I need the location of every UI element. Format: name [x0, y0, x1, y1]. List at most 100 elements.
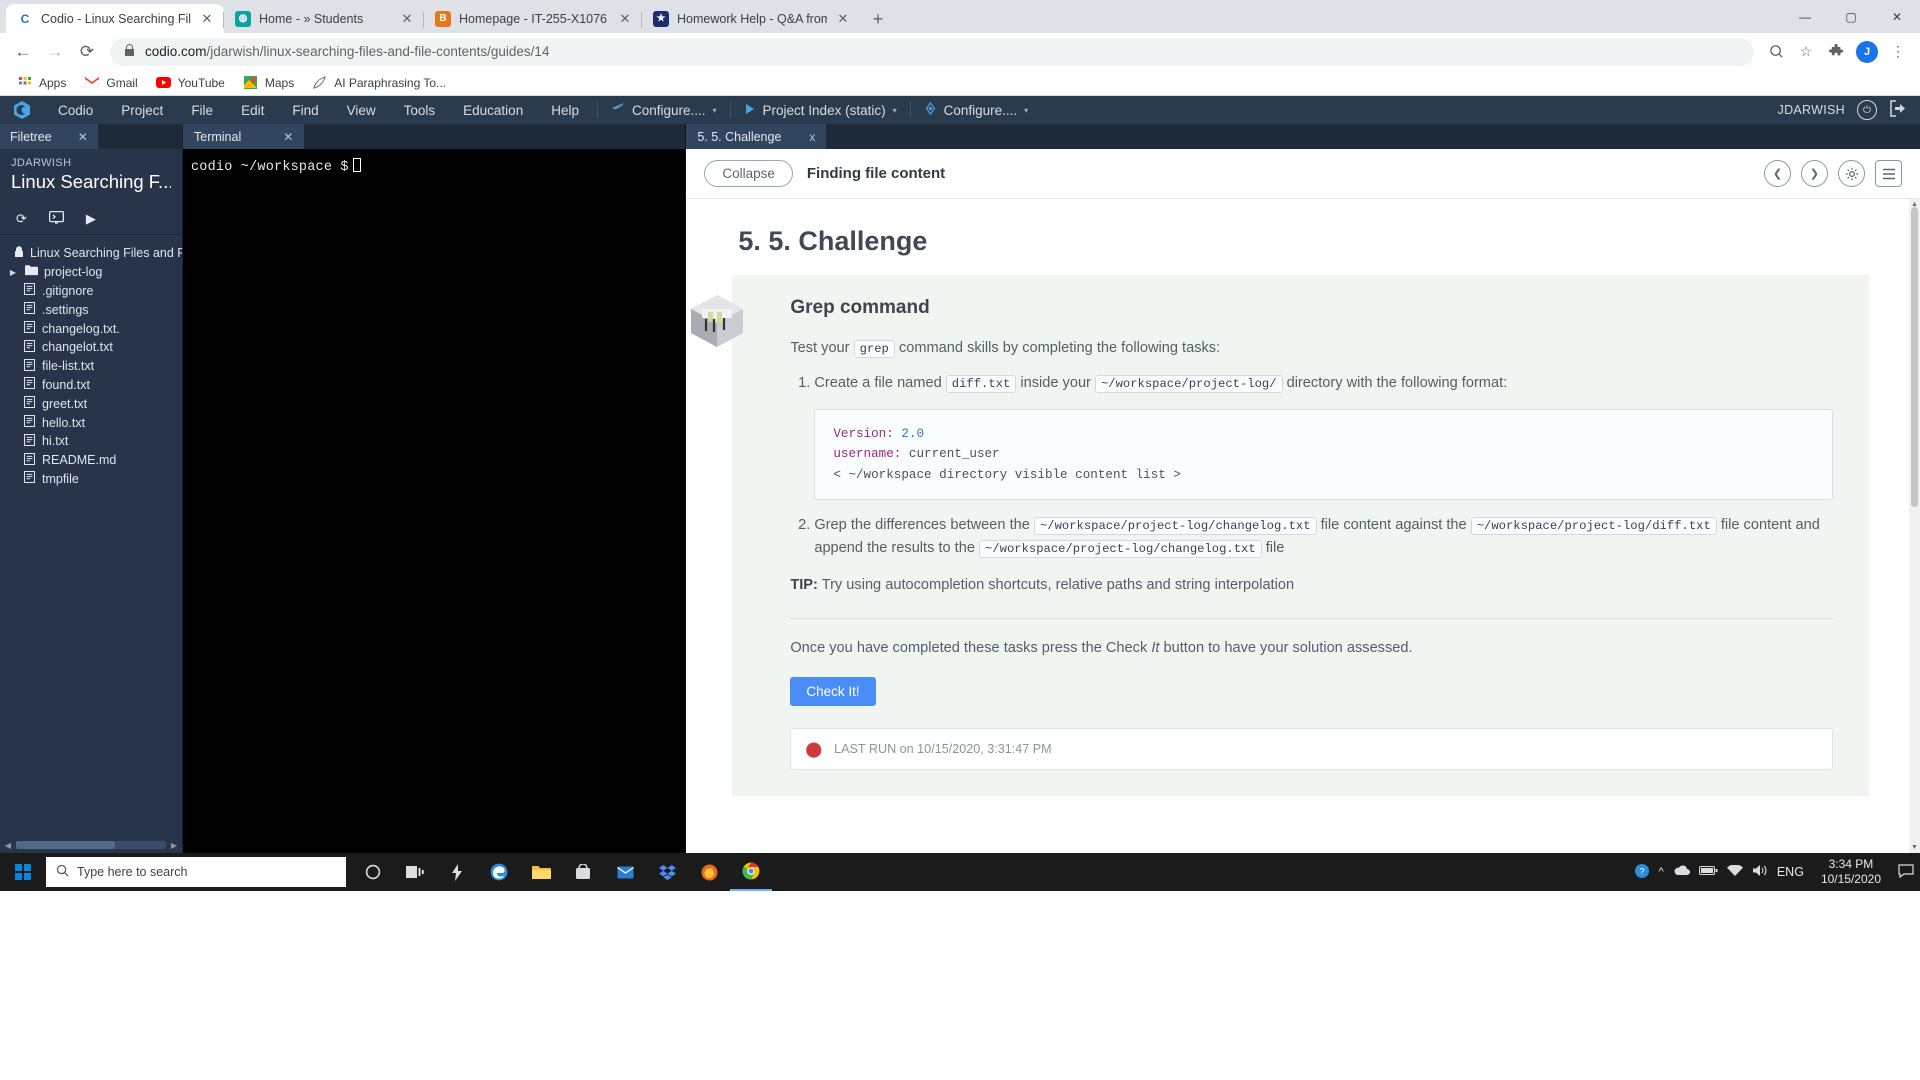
window-close-button[interactable]: ✕ [1874, 0, 1920, 33]
browser-tab-0[interactable]: C Codio - Linux Searching Files and ✕ [6, 4, 224, 33]
run-play-icon[interactable]: ▶ [86, 211, 96, 227]
browser-menu-icon[interactable]: ⋮ [1884, 38, 1912, 66]
menu-file[interactable]: File [177, 96, 227, 124]
browser-tab-2[interactable]: B Homepage - IT-255-X1076 Intro t ✕ [423, 4, 642, 33]
tree-item-project-log[interactable]: ▶ project-log [0, 263, 182, 282]
run-config-1[interactable]: Configure.... ▾ [602, 96, 726, 124]
terminal-body[interactable]: codio ~/workspace $ [183, 149, 686, 853]
scroll-left-icon[interactable]: ◀ [3, 841, 13, 850]
collapse-button[interactable]: Collapse [704, 160, 793, 187]
list-icon[interactable] [1875, 160, 1902, 187]
power-icon[interactable]: ⏻ [1857, 100, 1877, 120]
back-button[interactable]: ← [8, 37, 38, 67]
tree-item-tmpfile[interactable]: tmpfile [0, 470, 182, 489]
tree-item-settings[interactable]: .settings [0, 300, 182, 319]
logout-icon[interactable] [1889, 100, 1908, 120]
close-icon[interactable]: ✕ [283, 130, 293, 144]
scroll-down-icon[interactable]: ▼ [1909, 844, 1920, 851]
bookmark-maps[interactable]: Maps [236, 73, 301, 93]
tree-item-hi[interactable]: hi.txt [0, 432, 182, 451]
menu-help[interactable]: Help [537, 96, 593, 124]
tab-filetree[interactable]: Filetree ✕ [0, 124, 98, 149]
task-view-icon[interactable] [394, 853, 436, 891]
maximize-button[interactable]: ▢ [1828, 0, 1874, 33]
scroll-thumb[interactable] [1911, 207, 1918, 507]
tree-item-gitignore[interactable]: .gitignore [0, 282, 182, 301]
file-explorer-icon[interactable] [520, 853, 562, 891]
chevron-down-icon[interactable]: ▾ [713, 106, 717, 115]
close-icon[interactable]: ✕ [399, 11, 415, 27]
browser-tab-1[interactable]: ◍ Home - » Students ✕ [223, 4, 424, 33]
close-icon[interactable]: ✕ [78, 130, 88, 144]
new-tab-button[interactable]: + [864, 5, 892, 33]
bookmark-youtube[interactable]: YouTube [149, 73, 232, 93]
edge-icon[interactable] [478, 853, 520, 891]
store-icon[interactable] [562, 853, 604, 891]
close-icon[interactable]: ✕ [617, 11, 633, 27]
browser-tab-3[interactable]: ★ Homework Help - Q&A from Onl ✕ [641, 4, 860, 33]
scroll-right-icon[interactable]: ▶ [169, 841, 179, 850]
notification-icon[interactable] [1898, 863, 1914, 881]
tree-item-greet[interactable]: greet.txt [0, 394, 182, 413]
menu-tools[interactable]: Tools [390, 96, 450, 124]
guide-vertical-scrollbar[interactable]: ▲ ▼ [1909, 199, 1920, 853]
tree-item-hello[interactable]: hello.txt [0, 413, 182, 432]
tree-root[interactable]: Linux Searching Files and File C [0, 244, 182, 263]
bookmark-apps[interactable]: Apps [10, 73, 73, 93]
dropbox-icon[interactable] [646, 853, 688, 891]
tree-item-changelot[interactable]: changelot.txt [0, 338, 182, 357]
chevron-down-icon[interactable]: ▾ [893, 106, 897, 115]
reload-button[interactable]: ⟳ [72, 37, 102, 67]
check-it-button[interactable]: Check It! [790, 677, 876, 707]
search-plus-icon[interactable] [1762, 38, 1790, 66]
menu-education[interactable]: Education [449, 96, 537, 124]
close-icon[interactable]: ✕ [199, 11, 215, 27]
address-bar[interactable]: codio.com/jdarwish/linux-searching-files… [110, 37, 1754, 66]
battery-icon[interactable] [1698, 865, 1718, 879]
refresh-icon[interactable]: ⟳ [16, 211, 27, 227]
tab-challenge[interactable]: 5. 5. Challenge x [686, 124, 827, 149]
taskbar-search-box[interactable]: Type here to search [46, 857, 346, 887]
firefox-icon[interactable] [688, 853, 730, 891]
close-icon[interactable]: x [809, 130, 815, 144]
chevron-right-icon[interactable]: ▶ [8, 268, 18, 277]
menu-project[interactable]: Project [107, 96, 177, 124]
bookmark-ai-paraphrasing[interactable]: AI Paraphrasing To... [305, 73, 453, 93]
run-project-index[interactable]: Project Index (static) ▾ [735, 96, 906, 124]
clock[interactable]: 3:34 PM 10/15/2020 [1813, 857, 1889, 887]
menu-edit[interactable]: Edit [227, 96, 278, 124]
codio-logo-icon[interactable] [0, 100, 44, 120]
mail-icon[interactable] [604, 853, 646, 891]
tree-item-found[interactable]: found.txt [0, 376, 182, 395]
help-circle-icon[interactable]: ? [1634, 863, 1650, 882]
extensions-icon[interactable] [1822, 38, 1850, 66]
tab-terminal[interactable]: Terminal ✕ [183, 124, 305, 149]
menu-codio[interactable]: Codio [44, 96, 107, 124]
next-page-button[interactable]: ❯ [1801, 160, 1828, 187]
tree-item-changelog[interactable]: changelog.txt. [0, 319, 182, 338]
filetree-horizontal-scrollbar[interactable]: ◀ ▶ [0, 837, 182, 853]
previous-page-button[interactable]: ❮ [1764, 160, 1791, 187]
bookmark-star-icon[interactable]: ☆ [1792, 38, 1820, 66]
forward-button[interactable]: → [40, 37, 70, 67]
bookmark-gmail[interactable]: Gmail [77, 73, 144, 93]
tree-item-readme[interactable]: README.md [0, 451, 182, 470]
gear-icon[interactable] [1838, 160, 1865, 187]
wifi-icon[interactable] [1726, 863, 1743, 880]
menu-view[interactable]: View [333, 96, 390, 124]
profile-avatar[interactable]: J [1856, 40, 1878, 63]
start-button[interactable] [0, 853, 46, 891]
show-hidden-icons-icon[interactable]: ^ [1659, 866, 1664, 878]
menu-find[interactable]: Find [278, 96, 332, 124]
thunderbolt-icon[interactable] [436, 853, 478, 891]
terminal-window-icon[interactable] [48, 210, 64, 227]
chevron-down-icon[interactable]: ▾ [1024, 106, 1028, 115]
scroll-thumb[interactable] [16, 841, 115, 849]
run-config-2[interactable]: Configure.... ▾ [915, 96, 1038, 124]
scroll-track[interactable] [16, 841, 166, 849]
chrome-icon[interactable] [730, 853, 772, 891]
close-icon[interactable]: ✕ [835, 11, 851, 27]
tree-item-file-list[interactable]: file-list.txt [0, 357, 182, 376]
volume-icon[interactable] [1752, 864, 1768, 880]
language-indicator[interactable]: ENG [1777, 865, 1804, 879]
